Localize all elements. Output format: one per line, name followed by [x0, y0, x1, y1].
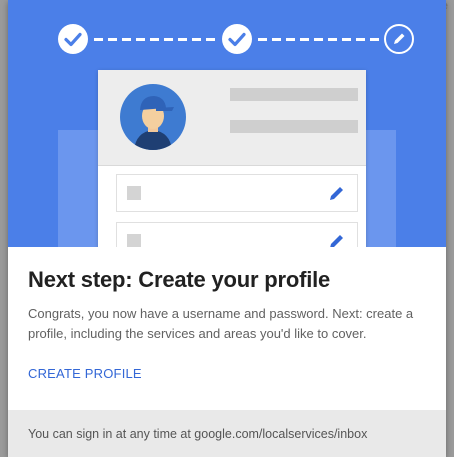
field-row-2: [116, 222, 358, 247]
field-checkbox-placeholder: [127, 186, 141, 200]
field-row-1: [116, 174, 358, 212]
pencil-icon: [330, 235, 343, 247]
dialog-content: Next step: Create your profile Congrats,…: [8, 247, 446, 410]
step-2-complete-icon: [222, 24, 252, 54]
profile-card-illustration: [98, 70, 366, 247]
create-profile-dialog: Next step: Create your profile Congrats,…: [8, 0, 446, 457]
name-placeholder-line: [230, 88, 358, 101]
dialog-body: Congrats, you now have a username and pa…: [28, 306, 414, 341]
avatar-icon: [120, 84, 186, 150]
dialog-footer: You can sign in at any time at google.co…: [8, 410, 446, 457]
dialog-title: Next step: Create your profile: [28, 267, 331, 292]
step-connector-2: [258, 38, 380, 41]
step-connector-1: [94, 38, 216, 41]
field-checkbox-placeholder: [127, 234, 141, 247]
create-profile-button[interactable]: CREATE PROFILE: [28, 366, 142, 381]
progress-stepper: [58, 24, 414, 54]
hero-illustration: [8, 0, 446, 247]
pencil-icon: [330, 187, 343, 200]
step-1-complete-icon: [58, 24, 88, 54]
sign-in-note: You can sign in at any time at google.co…: [28, 427, 368, 441]
profile-card-header: [98, 70, 366, 166]
detail-placeholder-line: [230, 120, 358, 133]
step-3-pencil-icon: [384, 24, 414, 54]
